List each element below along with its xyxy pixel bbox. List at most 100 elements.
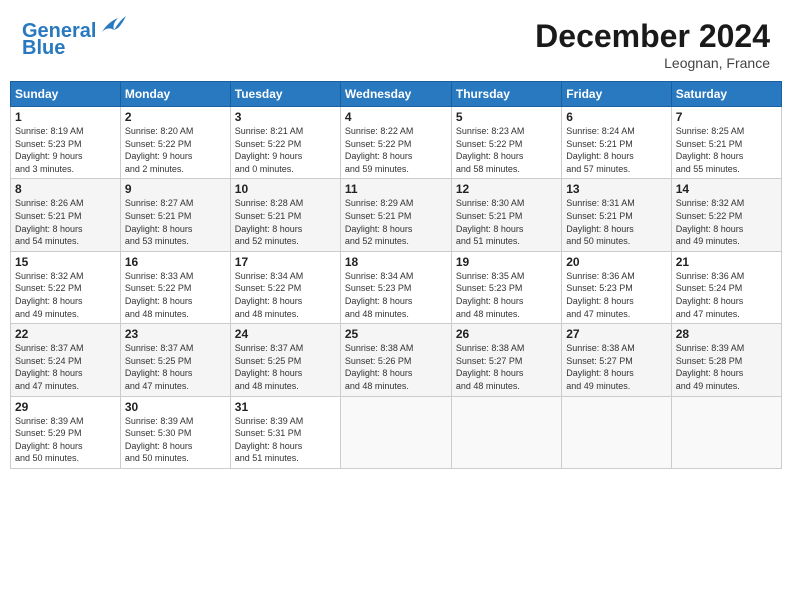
day-info: Sunrise: 8:23 AM Sunset: 5:22 PM Dayligh… bbox=[456, 125, 557, 175]
day-number: 8 bbox=[15, 182, 116, 196]
calendar-cell: 16Sunrise: 8:33 AM Sunset: 5:22 PM Dayli… bbox=[120, 251, 230, 323]
day-number: 14 bbox=[676, 182, 777, 196]
day-number: 2 bbox=[125, 110, 226, 124]
day-info: Sunrise: 8:30 AM Sunset: 5:21 PM Dayligh… bbox=[456, 197, 557, 247]
day-number: 16 bbox=[125, 255, 226, 269]
day-info: Sunrise: 8:35 AM Sunset: 5:23 PM Dayligh… bbox=[456, 270, 557, 320]
day-number: 22 bbox=[15, 327, 116, 341]
calendar-cell: 23Sunrise: 8:37 AM Sunset: 5:25 PM Dayli… bbox=[120, 324, 230, 396]
day-info: Sunrise: 8:36 AM Sunset: 5:24 PM Dayligh… bbox=[676, 270, 777, 320]
calendar: SundayMondayTuesdayWednesdayThursdayFrid… bbox=[10, 81, 782, 469]
day-number: 5 bbox=[456, 110, 557, 124]
calendar-cell: 19Sunrise: 8:35 AM Sunset: 5:23 PM Dayli… bbox=[451, 251, 561, 323]
calendar-cell bbox=[340, 396, 451, 468]
day-number: 24 bbox=[235, 327, 336, 341]
day-header-sunday: Sunday bbox=[11, 82, 121, 107]
calendar-cell: 13Sunrise: 8:31 AM Sunset: 5:21 PM Dayli… bbox=[562, 179, 671, 251]
day-info: Sunrise: 8:26 AM Sunset: 5:21 PM Dayligh… bbox=[15, 197, 116, 247]
day-info: Sunrise: 8:37 AM Sunset: 5:25 PM Dayligh… bbox=[235, 342, 336, 392]
day-info: Sunrise: 8:21 AM Sunset: 5:22 PM Dayligh… bbox=[235, 125, 336, 175]
calendar-cell: 6Sunrise: 8:24 AM Sunset: 5:21 PM Daylig… bbox=[562, 107, 671, 179]
calendar-cell: 5Sunrise: 8:23 AM Sunset: 5:22 PM Daylig… bbox=[451, 107, 561, 179]
day-info: Sunrise: 8:34 AM Sunset: 5:23 PM Dayligh… bbox=[345, 270, 447, 320]
day-number: 20 bbox=[566, 255, 666, 269]
calendar-cell: 22Sunrise: 8:37 AM Sunset: 5:24 PM Dayli… bbox=[11, 324, 121, 396]
day-info: Sunrise: 8:31 AM Sunset: 5:21 PM Dayligh… bbox=[566, 197, 666, 247]
calendar-cell: 17Sunrise: 8:34 AM Sunset: 5:22 PM Dayli… bbox=[230, 251, 340, 323]
day-number: 4 bbox=[345, 110, 447, 124]
day-number: 27 bbox=[566, 327, 666, 341]
day-number: 23 bbox=[125, 327, 226, 341]
day-header-monday: Monday bbox=[120, 82, 230, 107]
day-info: Sunrise: 8:36 AM Sunset: 5:23 PM Dayligh… bbox=[566, 270, 666, 320]
calendar-cell: 15Sunrise: 8:32 AM Sunset: 5:22 PM Dayli… bbox=[11, 251, 121, 323]
day-header-saturday: Saturday bbox=[671, 82, 781, 107]
calendar-cell bbox=[671, 396, 781, 468]
day-number: 25 bbox=[345, 327, 447, 341]
title-area: December 2024 Leognan, France bbox=[535, 18, 770, 71]
calendar-cell: 11Sunrise: 8:29 AM Sunset: 5:21 PM Dayli… bbox=[340, 179, 451, 251]
day-info: Sunrise: 8:38 AM Sunset: 5:27 PM Dayligh… bbox=[566, 342, 666, 392]
day-info: Sunrise: 8:28 AM Sunset: 5:21 PM Dayligh… bbox=[235, 197, 336, 247]
logo: General Blue bbox=[22, 18, 128, 60]
day-info: Sunrise: 8:29 AM Sunset: 5:21 PM Dayligh… bbox=[345, 197, 447, 247]
day-number: 10 bbox=[235, 182, 336, 196]
day-number: 13 bbox=[566, 182, 666, 196]
calendar-cell: 4Sunrise: 8:22 AM Sunset: 5:22 PM Daylig… bbox=[340, 107, 451, 179]
day-number: 26 bbox=[456, 327, 557, 341]
calendar-cell: 31Sunrise: 8:39 AM Sunset: 5:31 PM Dayli… bbox=[230, 396, 340, 468]
day-info: Sunrise: 8:25 AM Sunset: 5:21 PM Dayligh… bbox=[676, 125, 777, 175]
calendar-cell: 9Sunrise: 8:27 AM Sunset: 5:21 PM Daylig… bbox=[120, 179, 230, 251]
day-info: Sunrise: 8:20 AM Sunset: 5:22 PM Dayligh… bbox=[125, 125, 226, 175]
day-info: Sunrise: 8:38 AM Sunset: 5:27 PM Dayligh… bbox=[456, 342, 557, 392]
month-title: December 2024 bbox=[535, 18, 770, 55]
day-info: Sunrise: 8:22 AM Sunset: 5:22 PM Dayligh… bbox=[345, 125, 447, 175]
day-info: Sunrise: 8:32 AM Sunset: 5:22 PM Dayligh… bbox=[15, 270, 116, 320]
calendar-cell: 26Sunrise: 8:38 AM Sunset: 5:27 PM Dayli… bbox=[451, 324, 561, 396]
day-number: 30 bbox=[125, 400, 226, 414]
day-info: Sunrise: 8:37 AM Sunset: 5:25 PM Dayligh… bbox=[125, 342, 226, 392]
logo-bird-icon bbox=[98, 14, 128, 38]
calendar-cell: 28Sunrise: 8:39 AM Sunset: 5:28 PM Dayli… bbox=[671, 324, 781, 396]
day-info: Sunrise: 8:34 AM Sunset: 5:22 PM Dayligh… bbox=[235, 270, 336, 320]
day-number: 6 bbox=[566, 110, 666, 124]
logo-blue: Blue bbox=[22, 37, 65, 60]
day-header-tuesday: Tuesday bbox=[230, 82, 340, 107]
calendar-cell: 20Sunrise: 8:36 AM Sunset: 5:23 PM Dayli… bbox=[562, 251, 671, 323]
day-number: 9 bbox=[125, 182, 226, 196]
day-number: 21 bbox=[676, 255, 777, 269]
day-info: Sunrise: 8:39 AM Sunset: 5:30 PM Dayligh… bbox=[125, 415, 226, 465]
day-number: 15 bbox=[15, 255, 116, 269]
calendar-cell: 10Sunrise: 8:28 AM Sunset: 5:21 PM Dayli… bbox=[230, 179, 340, 251]
day-number: 29 bbox=[15, 400, 116, 414]
calendar-cell: 30Sunrise: 8:39 AM Sunset: 5:30 PM Dayli… bbox=[120, 396, 230, 468]
day-number: 17 bbox=[235, 255, 336, 269]
calendar-cell: 29Sunrise: 8:39 AM Sunset: 5:29 PM Dayli… bbox=[11, 396, 121, 468]
day-header-wednesday: Wednesday bbox=[340, 82, 451, 107]
calendar-cell: 3Sunrise: 8:21 AM Sunset: 5:22 PM Daylig… bbox=[230, 107, 340, 179]
day-number: 12 bbox=[456, 182, 557, 196]
day-number: 1 bbox=[15, 110, 116, 124]
calendar-cell: 7Sunrise: 8:25 AM Sunset: 5:21 PM Daylig… bbox=[671, 107, 781, 179]
day-number: 18 bbox=[345, 255, 447, 269]
calendar-cell: 18Sunrise: 8:34 AM Sunset: 5:23 PM Dayli… bbox=[340, 251, 451, 323]
header: General Blue December 2024 Leognan, Fran… bbox=[10, 10, 782, 75]
day-number: 31 bbox=[235, 400, 336, 414]
day-number: 11 bbox=[345, 182, 447, 196]
day-header-thursday: Thursday bbox=[451, 82, 561, 107]
calendar-cell: 8Sunrise: 8:26 AM Sunset: 5:21 PM Daylig… bbox=[11, 179, 121, 251]
day-number: 28 bbox=[676, 327, 777, 341]
day-info: Sunrise: 8:32 AM Sunset: 5:22 PM Dayligh… bbox=[676, 197, 777, 247]
location: Leognan, France bbox=[535, 55, 770, 71]
day-number: 3 bbox=[235, 110, 336, 124]
calendar-cell: 25Sunrise: 8:38 AM Sunset: 5:26 PM Dayli… bbox=[340, 324, 451, 396]
day-info: Sunrise: 8:19 AM Sunset: 5:23 PM Dayligh… bbox=[15, 125, 116, 175]
day-info: Sunrise: 8:39 AM Sunset: 5:28 PM Dayligh… bbox=[676, 342, 777, 392]
day-info: Sunrise: 8:37 AM Sunset: 5:24 PM Dayligh… bbox=[15, 342, 116, 392]
calendar-cell: 12Sunrise: 8:30 AM Sunset: 5:21 PM Dayli… bbox=[451, 179, 561, 251]
calendar-cell: 24Sunrise: 8:37 AM Sunset: 5:25 PM Dayli… bbox=[230, 324, 340, 396]
day-info: Sunrise: 8:24 AM Sunset: 5:21 PM Dayligh… bbox=[566, 125, 666, 175]
day-number: 7 bbox=[676, 110, 777, 124]
calendar-cell bbox=[451, 396, 561, 468]
day-info: Sunrise: 8:39 AM Sunset: 5:31 PM Dayligh… bbox=[235, 415, 336, 465]
